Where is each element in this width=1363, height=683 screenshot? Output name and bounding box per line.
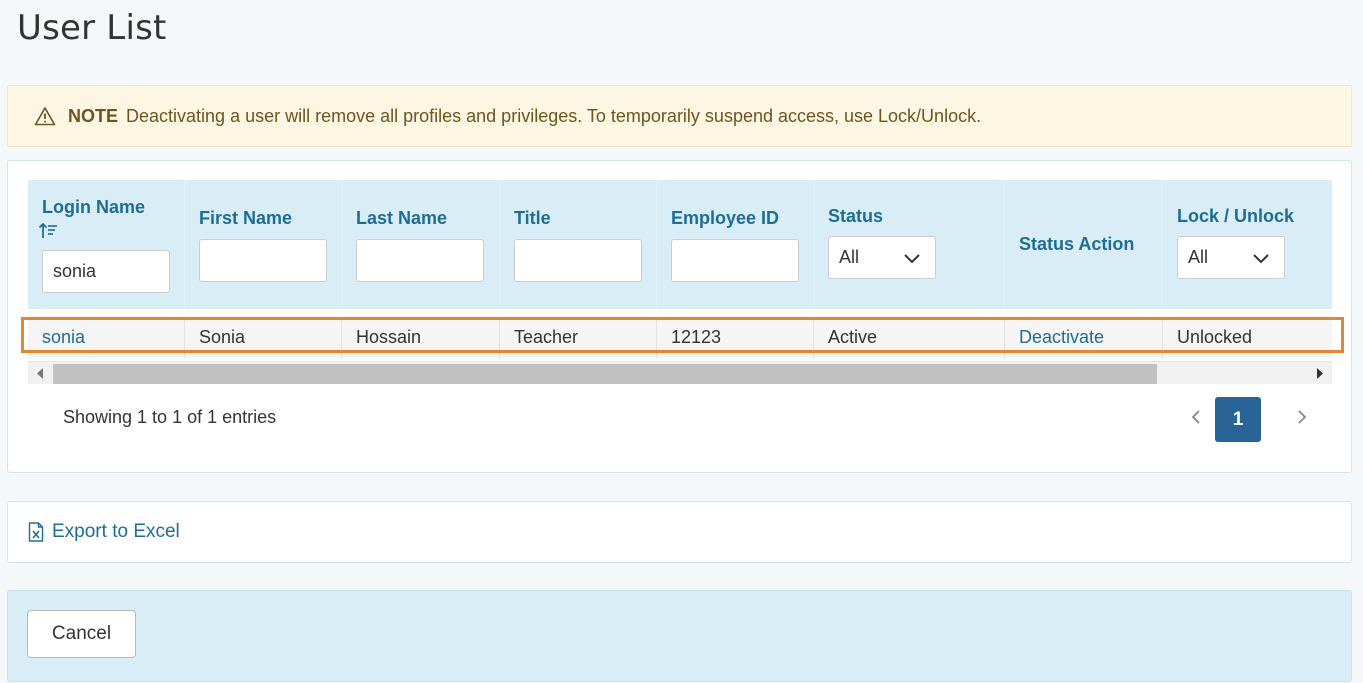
scroll-left-arrow-icon[interactable] [36, 368, 44, 379]
export-panel: Export to Excel [7, 501, 1352, 563]
status-filter-select[interactable]: All [828, 236, 936, 279]
column-label-lock-unlock: Lock / Unlock [1177, 206, 1295, 226]
employee-id-filter-input[interactable] [671, 239, 799, 282]
export-to-excel-label: Export to Excel [52, 521, 180, 542]
column-label-status-action: Status Action [1019, 234, 1135, 254]
column-first-name[interactable]: First Name [185, 180, 342, 309]
column-label-status: Status [828, 206, 884, 226]
page-button-current[interactable]: 1 [1215, 397, 1261, 442]
status-filter-value: All [839, 247, 860, 267]
title-filter-input[interactable] [514, 239, 642, 282]
warning-triangle-icon [34, 107, 56, 126]
entries-summary: Showing 1 to 1 of 1 entries [63, 407, 277, 427]
column-status-action: Status Action [1005, 180, 1163, 309]
column-label-login-name: Login Name [42, 197, 146, 217]
column-label-title: Title [514, 208, 551, 228]
column-lock-unlock[interactable]: Lock / Unlock All [1163, 180, 1332, 309]
column-label-last-name: Last Name [356, 208, 448, 228]
scroll-right-arrow-icon[interactable] [1316, 368, 1324, 379]
last-name-cell: Hossain [342, 316, 500, 358]
horizontal-scrollbar[interactable] [28, 361, 1332, 384]
lock-unlock-filter-value: All [1188, 247, 1209, 267]
login-name-link[interactable]: sonia [28, 316, 185, 358]
export-to-excel-link[interactable]: Export to Excel [28, 521, 180, 543]
chevron-right-icon[interactable] [1297, 409, 1307, 425]
lock-status-cell: Unlocked [1177, 326, 1253, 347]
cancel-button[interactable]: Cancel [27, 610, 136, 658]
column-login-name[interactable]: Login Name [28, 180, 185, 309]
note-text: Deactivating a user will remove all prof… [126, 105, 982, 126]
column-last-name[interactable]: Last Name [342, 180, 500, 309]
lock-unlock-filter-select[interactable]: All [1177, 236, 1285, 279]
excel-file-icon [28, 522, 44, 542]
employee-id-cell: 12123 [657, 316, 814, 358]
title-cell: Teacher [500, 316, 657, 358]
login-name-filter-input[interactable] [42, 250, 170, 293]
sort-ascending-icon[interactable] [38, 222, 58, 240]
chevron-down-icon [1253, 254, 1269, 264]
column-label-first-name: First Name [199, 208, 293, 228]
column-label-employee-id: Employee ID [671, 208, 780, 228]
table-header: Login Name First Name Last Name Ti [28, 180, 1332, 309]
column-employee-id[interactable]: Employee ID [657, 180, 814, 309]
note-label: NOTE [68, 105, 119, 126]
first-name-cell: Sonia [185, 316, 342, 358]
page-title: User List [17, 8, 167, 48]
chevron-left-icon[interactable] [1191, 409, 1201, 425]
note-banner: NOTE Deactivating a user will remove all… [7, 85, 1352, 147]
chevron-down-icon [904, 254, 920, 264]
status-cell: Active [814, 316, 1005, 358]
first-name-filter-input[interactable] [199, 239, 327, 282]
footer-bar: Cancel [7, 590, 1352, 682]
column-title[interactable]: Title [500, 180, 657, 309]
last-name-filter-input[interactable] [356, 239, 484, 282]
scrollbar-thumb[interactable] [53, 364, 1157, 384]
table-row[interactable]: sonia Sonia Hossain Teacher 12123 Active… [28, 316, 1332, 358]
user-table: Login Name First Name Last Name Ti [28, 180, 1332, 358]
column-status[interactable]: Status All [814, 180, 1005, 309]
user-table-panel: Login Name First Name Last Name Ti [7, 160, 1352, 473]
deactivate-link[interactable]: Deactivate [1005, 316, 1163, 358]
